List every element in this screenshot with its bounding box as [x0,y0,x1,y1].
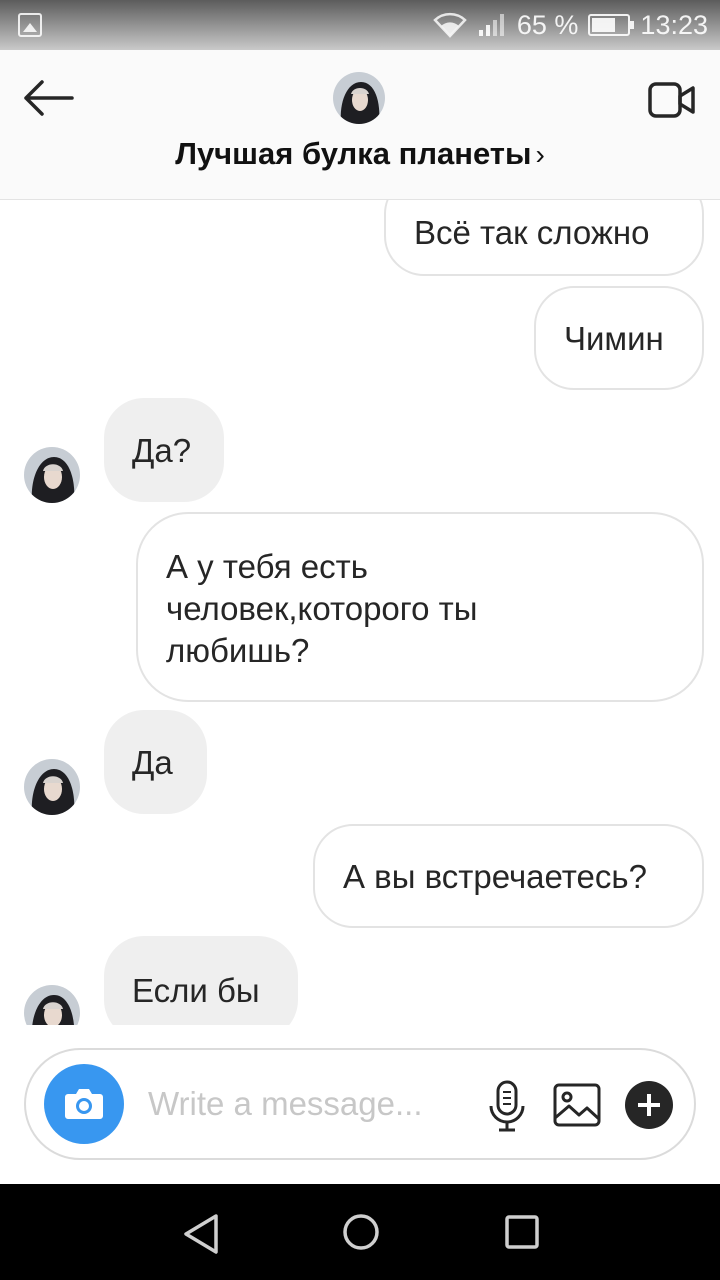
status-time: 13:23 [640,9,708,40]
message-input[interactable] [148,1078,478,1130]
message-outgoing[interactable]: Чимин [534,286,704,390]
message-text: Всё так сложно [414,214,650,251]
message-text: А вы встречаетесь? [343,858,647,895]
chat-header: Лучшая булка планеты › [0,50,720,200]
status-indicators: 65 % 13:23 [433,8,708,42]
message-text: Да [132,744,173,781]
image-icon[interactable] [552,1080,602,1130]
camera-icon [65,1089,103,1119]
navigation-bar [0,1184,720,1280]
avatar[interactable] [333,72,385,124]
message-text: Да? [132,432,192,469]
chevron-right-icon: › [535,139,545,170]
microphone-icon[interactable] [486,1080,528,1132]
nav-recents-icon[interactable] [504,1214,540,1250]
message-outgoing[interactable]: Всё так сложно [384,200,704,276]
chat-title-text: Лучшая булка планеты [175,136,532,171]
chat-title[interactable]: Лучшая булка планеты › [0,136,720,172]
nav-home-icon[interactable] [341,1212,381,1252]
message-incoming[interactable]: Да [104,710,207,814]
sender-avatar[interactable] [24,759,80,815]
message-text-line: человек,которого ты [166,590,478,627]
camera-button[interactable] [44,1064,124,1144]
battery-fill [592,18,615,32]
battery-percent: 65 % [516,9,579,40]
status-bar: 65 % 13:23 [0,0,720,50]
video-call-icon[interactable] [648,80,696,120]
sender-avatar[interactable] [24,985,80,1025]
message-text-line: А у тебя есть [166,548,368,585]
message-text: Если бы [132,972,260,1009]
message-composer [24,1048,696,1160]
plus-icon[interactable] [624,1080,674,1130]
message-incoming[interactable]: Да? [104,398,224,502]
back-arrow-icon[interactable] [22,78,74,118]
message-incoming[interactable]: Если бы [104,936,298,1025]
message-text-line: любишь? [166,632,310,669]
message-outgoing[interactable]: А вы встречаетесь? [313,824,704,928]
signal-icon [478,14,504,36]
sender-avatar[interactable] [24,447,80,503]
message-text: Чимин [564,320,664,357]
gallery-icon [18,13,42,37]
message-list[interactable]: Всё так сложно Чимин Да? А у тебя есть ч… [0,200,720,1025]
message-outgoing[interactable]: А у тебя есть человек,которого ты любишь… [136,512,704,702]
wifi-icon [433,12,467,38]
battery-icon [588,14,635,36]
nav-back-icon[interactable] [180,1212,224,1256]
